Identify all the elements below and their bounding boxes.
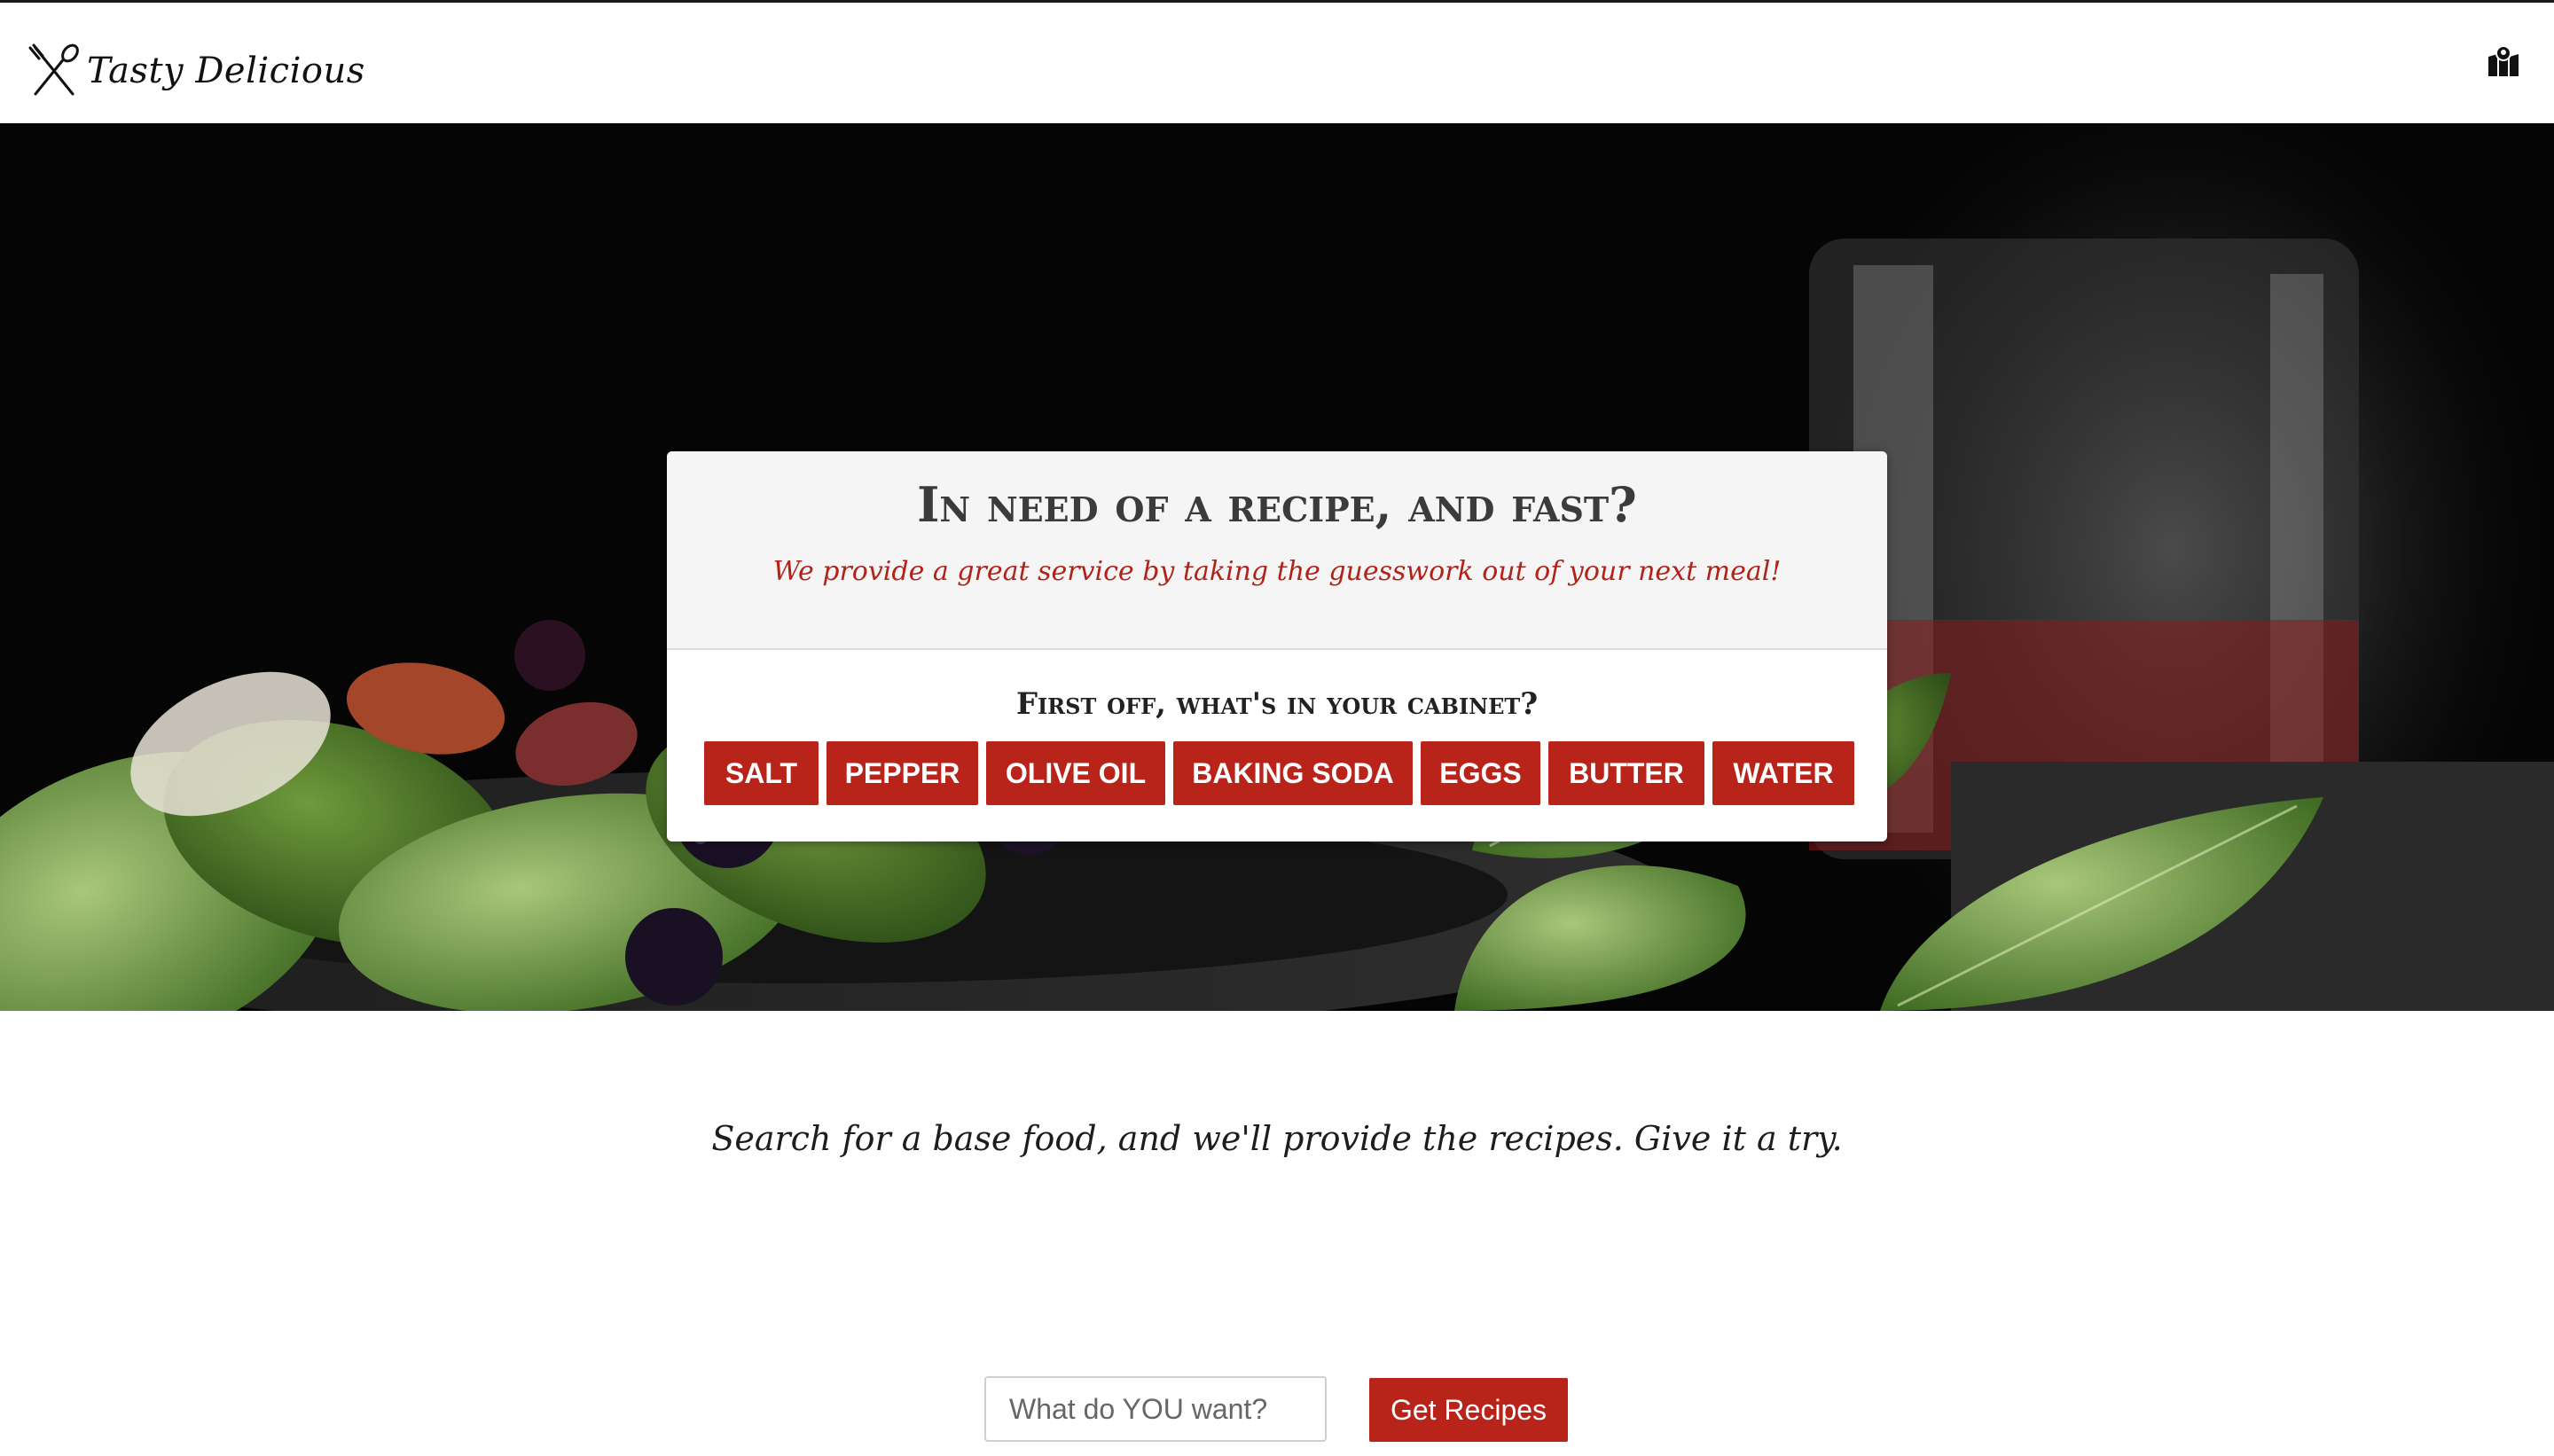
brand-link[interactable]: Tasty Delicious: [27, 40, 365, 102]
ingredient-buttons: SALT PEPPER OLIVE OIL BAKING SODA EGGS B…: [704, 741, 1854, 805]
ingredient-button-butter[interactable]: BUTTER: [1548, 741, 1704, 805]
hero-title: In need of a recipe, and fast?: [917, 476, 1637, 533]
ingredient-button-olive-oil[interactable]: OLIVE OIL: [986, 741, 1165, 805]
recipe-search-input[interactable]: [984, 1376, 1327, 1442]
ingredient-button-water[interactable]: WATER: [1712, 741, 1854, 805]
hero-card-header: In need of a recipe, and fast? We provid…: [667, 451, 1887, 650]
hero-subtitle: We provide a great service by taking the…: [772, 556, 1782, 587]
ingredient-button-baking-soda[interactable]: BAKING SODA: [1173, 741, 1413, 805]
page: Tasty Delicious In need of a recipe, and…: [0, 0, 2554, 1456]
get-recipes-button[interactable]: Get Recipes: [1369, 1378, 1568, 1442]
brand-name: Tasty Delicious: [87, 51, 365, 91]
map-marker-icon[interactable]: [2487, 44, 2520, 78]
search-tagline: Search for a base food, and we'll provid…: [711, 1119, 1843, 1158]
hero-card: In need of a recipe, and fast? We provid…: [667, 451, 1887, 842]
ingredient-button-salt[interactable]: SALT: [704, 741, 819, 805]
ingredient-button-eggs[interactable]: EGGS: [1421, 741, 1540, 805]
cabinet-question: First off, what's in your cabinet?: [1015, 686, 1539, 722]
navbar: Tasty Delicious: [0, 3, 2554, 123]
fork-spoon-icon: [28, 43, 79, 96]
ingredient-button-pepper[interactable]: PEPPER: [827, 741, 978, 805]
hero-banner: In need of a recipe, and fast? We provid…: [0, 123, 2554, 1011]
